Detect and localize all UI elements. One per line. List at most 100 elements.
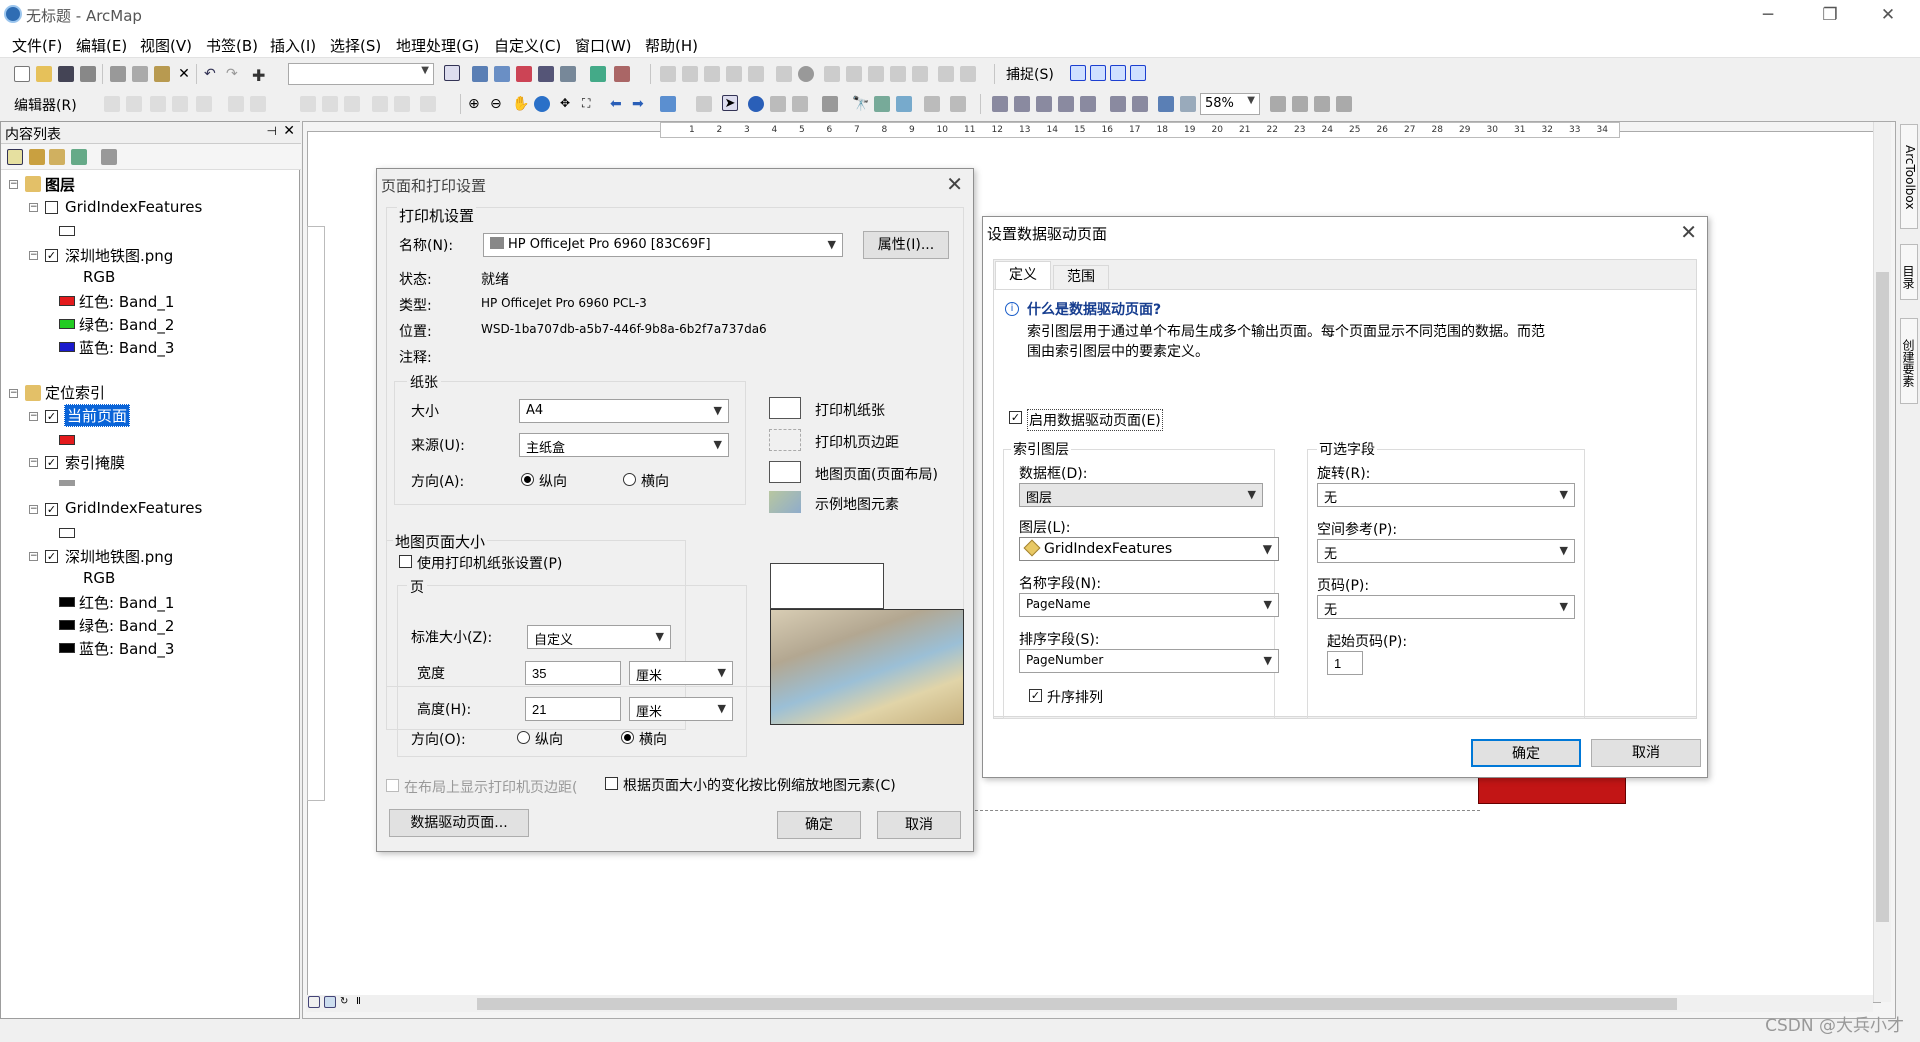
identify-icon[interactable] <box>748 96 764 112</box>
pin-icon[interactable]: ⊣ <box>267 124 277 138</box>
width-input[interactable] <box>525 661 621 685</box>
data-driven-pages-button[interactable]: 数据驱动页面... <box>389 809 529 837</box>
menu-customize[interactable]: 自定义(C) <box>494 35 561 56</box>
layout-pan-icon[interactable] <box>1036 96 1052 112</box>
scale-combo[interactable]: ▼ <box>288 63 434 85</box>
save-icon[interactable] <box>58 66 74 82</box>
ascending-checkbox[interactable]: ✓ <box>1029 689 1042 702</box>
copy-icon[interactable] <box>132 66 148 82</box>
python-icon[interactable] <box>538 66 554 82</box>
width-unit-select[interactable]: 厘米 ▼ <box>629 661 733 685</box>
ddp-cancel-button[interactable]: 取消 <box>1591 739 1701 767</box>
layout-zoom-in-icon[interactable] <box>992 96 1008 112</box>
list-by-visibility-icon[interactable] <box>49 149 65 165</box>
fixed-zoom-in-layout-icon[interactable] <box>1110 96 1126 112</box>
menu-geoprocessing[interactable]: 地理处理(G) <box>396 35 479 56</box>
paper-size-select[interactable]: A4 ▼ <box>519 399 729 423</box>
zoom-100-icon[interactable] <box>1080 96 1096 112</box>
vertical-scroll-thumb[interactable] <box>1876 272 1889 922</box>
layout-zoom-combo[interactable]: 58% ▼ <box>1200 93 1260 115</box>
create-features-tab[interactable]: 创建要素 <box>1900 318 1918 404</box>
add-data-icon[interactable]: ✚ <box>252 66 268 85</box>
height-unit-select[interactable]: 厘米 ▼ <box>629 697 733 721</box>
cut-icon[interactable] <box>110 66 126 82</box>
toc-window-icon[interactable] <box>494 66 510 82</box>
scale-elements-checkbox[interactable] <box>605 777 618 790</box>
edge-snap-icon[interactable] <box>1130 65 1146 81</box>
menu-view[interactable]: 视图(V) <box>140 35 192 56</box>
standard-size-select[interactable]: 自定义 ▼ <box>527 625 671 649</box>
menu-edit[interactable]: 编辑(E) <box>76 35 127 56</box>
menu-windows[interactable]: 窗口(W) <box>575 35 632 56</box>
back-extent-icon[interactable]: ⬅ <box>610 96 626 112</box>
forward-extent-icon[interactable]: ➡ <box>632 96 648 112</box>
cancel-button[interactable]: 取消 <box>877 811 961 839</box>
paste-icon[interactable] <box>154 66 170 82</box>
name-field-select[interactable]: PageName ▼ <box>1019 593 1279 617</box>
list-by-selection-icon[interactable] <box>71 149 87 165</box>
page-number-select[interactable]: 无 ▼ <box>1317 595 1575 619</box>
fixed-zoom-out-layout-icon[interactable] <box>1132 96 1148 112</box>
new-document-icon[interactable] <box>14 66 30 82</box>
editor-toolbar-icon[interactable] <box>590 66 606 82</box>
close-ddp-dialog-icon[interactable]: ✕ <box>1680 220 1697 244</box>
create-viewer-icon[interactable] <box>950 96 966 112</box>
redo-icon[interactable]: ↷ <box>226 66 242 82</box>
list-by-source-icon[interactable] <box>29 149 45 165</box>
measure-icon[interactable] <box>822 96 838 112</box>
start-page-input[interactable] <box>1327 651 1363 675</box>
arctoolbox-tab[interactable]: ArcToolbox <box>1900 124 1918 229</box>
toc-layer-index-mask[interactable]: 索引掩膜 <box>65 452 125 473</box>
collapse-icon[interactable]: − <box>9 389 18 398</box>
layout-view-icon[interactable] <box>324 996 336 1008</box>
close-window-button[interactable]: ✕ <box>1868 2 1908 28</box>
data-frame-select[interactable]: 图层 ▼ <box>1019 483 1263 507</box>
layer-select[interactable]: GridIndexFeatures ▼ <box>1019 537 1279 561</box>
time-slider-icon[interactable] <box>924 96 940 112</box>
list-by-drawing-order-icon[interactable] <box>7 149 23 165</box>
close-dialog-icon[interactable]: ✕ <box>946 172 963 196</box>
paper-source-select[interactable]: 主纸盒 ▼ <box>519 433 729 457</box>
printer-properties-button[interactable]: 属性(I)... <box>863 231 949 259</box>
menu-selection[interactable]: 选择(S) <box>330 35 381 56</box>
ddp-ok-button[interactable]: 确定 <box>1471 739 1581 767</box>
tab-extent[interactable]: 范围 <box>1053 265 1109 289</box>
rotation-select[interactable]: 无 ▼ <box>1317 483 1575 507</box>
maximize-button[interactable]: ❐ <box>1810 2 1850 28</box>
minimize-button[interactable]: ─ <box>1748 2 1788 28</box>
page-portrait-radio[interactable] <box>517 731 530 744</box>
go-forward-extent-icon[interactable] <box>1180 96 1196 112</box>
find-icon[interactable]: 🔭 <box>852 96 869 112</box>
refresh-icon[interactable]: ↻ <box>340 996 352 1008</box>
toggle-draft-icon[interactable] <box>1270 96 1286 112</box>
layer-visibility-checkbox[interactable]: ✓ <box>45 249 58 262</box>
toc-group-layers[interactable]: 图层 <box>45 174 75 195</box>
collapse-icon[interactable]: − <box>9 180 18 189</box>
zoom-in-icon[interactable]: ⊕ <box>468 96 484 112</box>
catalog-icon[interactable] <box>472 66 488 82</box>
collapse-icon[interactable]: − <box>29 412 38 421</box>
menu-insert[interactable]: 插入(I) <box>270 35 316 56</box>
paper-portrait-radio[interactable] <box>521 473 534 486</box>
collapse-icon[interactable]: − <box>29 505 38 514</box>
height-input[interactable] <box>525 697 621 721</box>
end-snap-icon[interactable] <box>1090 65 1106 81</box>
zoom-whole-page-icon[interactable] <box>1058 96 1074 112</box>
go-to-xy-icon[interactable] <box>896 96 912 112</box>
toc-layer-raster-2[interactable]: 深圳地铁图.png <box>65 546 173 567</box>
catalog-tab[interactable]: 目录 <box>1900 244 1918 300</box>
collapse-icon[interactable]: − <box>29 203 38 212</box>
hyperlink-icon[interactable] <box>770 96 786 112</box>
toc-layer-gridindex[interactable]: GridIndexFeatures <box>65 198 202 216</box>
toc-group-locator[interactable]: 定位索引 <box>45 382 105 403</box>
model-builder-icon[interactable] <box>560 66 576 82</box>
horizontal-scrollbar[interactable] <box>307 995 1873 1012</box>
toc-layer-raster[interactable]: 深圳地铁图.png <box>65 245 173 266</box>
tool-icon[interactable] <box>614 66 630 82</box>
snapping-menu[interactable]: 捕捉(S) <box>1006 64 1054 84</box>
toc-layer-current-page[interactable]: 当前页面 <box>64 404 131 427</box>
collapse-icon[interactable]: − <box>29 251 38 260</box>
ok-button[interactable]: 确定 <box>777 811 861 839</box>
fixed-zoom-out-icon[interactable]: ⛶ <box>582 96 598 112</box>
select-features-icon[interactable] <box>660 96 676 112</box>
